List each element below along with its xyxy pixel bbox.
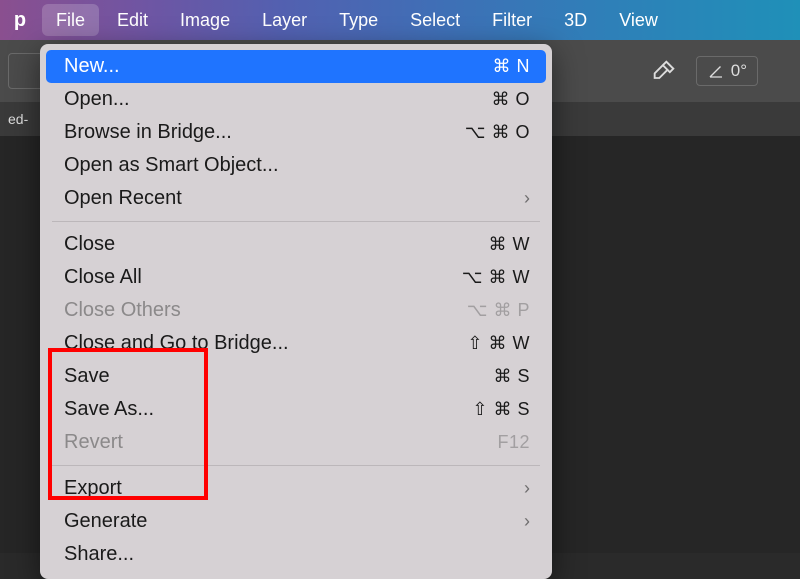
chevron-right-icon: ›	[524, 511, 530, 532]
menu-3d[interactable]: 3D	[548, 0, 603, 40]
menu-item-label: Close	[64, 233, 489, 256]
menu-item-shortcut: ⌘ O	[491, 89, 530, 110]
menu-item-label: Open as Smart Object...	[64, 154, 530, 177]
menu-layer[interactable]: Layer	[246, 0, 323, 40]
menu-item-label: Save	[64, 365, 493, 388]
menu-view[interactable]: View	[603, 0, 674, 40]
rotation-value: 0°	[731, 61, 747, 81]
eyedropper-icon[interactable]	[650, 57, 678, 85]
menu-item-shortcut: F12	[497, 432, 530, 453]
tab-fragment[interactable]: ed-	[8, 111, 28, 127]
menu-edit[interactable]: Edit	[101, 0, 164, 40]
menu-item-close-all[interactable]: Close All⌥ ⌘ W	[40, 261, 552, 294]
menu-file[interactable]: File	[42, 4, 99, 36]
menu-item-shortcut: ⌘ W	[489, 234, 531, 255]
file-menu-dropdown: New...⌘ NOpen...⌘ OBrowse in Bridge...⌥ …	[40, 44, 552, 579]
menu-item-shortcut: ⌘ S	[493, 366, 530, 387]
menubar: p FileEditImageLayerTypeSelectFilter3DVi…	[0, 0, 800, 40]
menu-item-close-and-go-to-bridge[interactable]: Close and Go to Bridge...⇧ ⌘ W	[40, 327, 552, 360]
menu-item-revert: RevertF12	[40, 426, 552, 459]
menu-item-label: Browse in Bridge...	[64, 121, 465, 144]
menu-item-share[interactable]: Share...	[40, 538, 552, 571]
menu-item-shortcut: ⌥ ⌘ O	[465, 122, 530, 143]
menu-item-label: Open Recent	[64, 187, 524, 210]
menu-item-label: New...	[64, 55, 493, 78]
menu-item-export[interactable]: Export›	[40, 472, 552, 505]
menu-item-open-as-smart-object[interactable]: Open as Smart Object...	[40, 149, 552, 182]
menu-item-open[interactable]: Open...⌘ O	[40, 83, 552, 116]
menu-select[interactable]: Select	[394, 0, 476, 40]
chevron-right-icon: ›	[524, 188, 530, 209]
menu-item-generate[interactable]: Generate›	[40, 505, 552, 538]
menu-item-label: Generate	[64, 510, 524, 533]
menu-item-open-recent[interactable]: Open Recent›	[40, 182, 552, 215]
menu-type[interactable]: Type	[323, 0, 394, 40]
menu-item-shortcut: ⌘ N	[493, 56, 531, 77]
menu-separator	[52, 221, 540, 222]
app-icon-fragment: p	[0, 0, 40, 40]
angle-icon	[707, 62, 725, 80]
menu-item-label: Close and Go to Bridge...	[64, 332, 467, 355]
menu-image[interactable]: Image	[164, 0, 246, 40]
menu-item-save[interactable]: Save⌘ S	[40, 360, 552, 393]
menu-item-label: Share...	[64, 543, 530, 566]
menu-filter[interactable]: Filter	[476, 0, 548, 40]
rotation-field[interactable]: 0°	[696, 56, 758, 86]
menu-item-shortcut: ⌥ ⌘ P	[467, 300, 530, 321]
menu-item-browse-in-bridge[interactable]: Browse in Bridge...⌥ ⌘ O	[40, 116, 552, 149]
chevron-right-icon: ›	[524, 478, 530, 499]
menu-item-close[interactable]: Close⌘ W	[40, 228, 552, 261]
menu-item-shortcut: ⇧ ⌘ S	[472, 399, 530, 420]
menu-item-label: Close Others	[64, 299, 467, 322]
menu-item-shortcut: ⌥ ⌘ W	[462, 267, 530, 288]
menu-item-label: Revert	[64, 431, 497, 454]
menu-item-shortcut: ⇧ ⌘ W	[467, 333, 530, 354]
menu-item-save-as[interactable]: Save As...⇧ ⌘ S	[40, 393, 552, 426]
menu-item-label: Save As...	[64, 398, 472, 421]
menu-item-label: Close All	[64, 266, 462, 289]
menu-item-close-others: Close Others⌥ ⌘ P	[40, 294, 552, 327]
menu-separator	[52, 465, 540, 466]
menu-item-new[interactable]: New...⌘ N	[46, 50, 546, 83]
menu-item-label: Open...	[64, 88, 491, 111]
menu-item-label: Export	[64, 477, 524, 500]
